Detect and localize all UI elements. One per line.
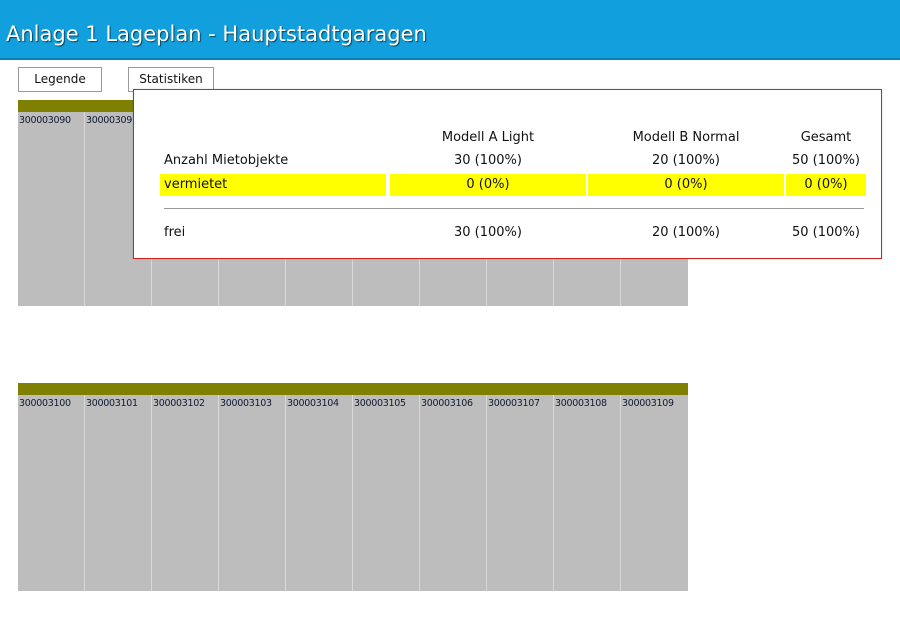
garage-unit-id: 300003104 <box>287 398 339 409</box>
garage-unit-id: 300003102 <box>153 398 205 409</box>
garage-unit[interactable]: 300003106 <box>420 395 487 591</box>
garage-unit[interactable]: 300003109 <box>621 395 688 591</box>
column-header-model-a: Modell A Light <box>441 130 535 145</box>
row-label-total-objects: Anzahl Mietobjekte <box>164 153 289 168</box>
garage-unit-id: 300003101 <box>86 398 138 409</box>
row-label-free: frei <box>164 225 186 240</box>
cell-rented-total: 0 (0%) <box>804 177 848 192</box>
garage-unit[interactable]: 300003103 <box>219 395 286 591</box>
garage-unit-id: 300003091 <box>86 115 138 126</box>
garage-roof <box>18 383 688 395</box>
garage-unit-id: 300003106 <box>421 398 473 409</box>
garage-unit[interactable]: 300003100 <box>18 395 85 591</box>
garage-unit[interactable]: 300003090 <box>18 112 85 306</box>
garage-row-bottom: 300003100 300003101 300003102 300003103 … <box>18 383 688 591</box>
garage-unit[interactable]: 300003105 <box>353 395 420 591</box>
garage-unit-id: 300003109 <box>622 398 674 409</box>
garage-unit[interactable]: 300003101 <box>85 395 152 591</box>
column-header-total: Gesamt <box>800 130 852 145</box>
row-label-rented: vermietet <box>164 177 228 192</box>
statistics-panel: Modell A Light Modell B Normal Gesamt An… <box>133 89 882 259</box>
cell-rented-model-b: 0 (0%) <box>664 177 708 192</box>
garage-unit-id: 300003108 <box>555 398 607 409</box>
cell-total-objects-model-a: 30 (100%) <box>454 153 522 168</box>
garage-unit-id: 300003090 <box>19 115 71 126</box>
cell-free-model-a: 30 (100%) <box>454 225 522 240</box>
column-header-model-b: Modell B Normal <box>632 130 740 145</box>
legend-button[interactable]: Legende <box>18 67 102 92</box>
cell-free-model-b: 20 (100%) <box>652 225 720 240</box>
cell-total-objects-total: 50 (100%) <box>792 153 860 168</box>
cell-rented-model-a: 0 (0%) <box>466 177 510 192</box>
cell-free-total: 50 (100%) <box>792 225 860 240</box>
cell-total-objects-model-b: 20 (100%) <box>652 153 720 168</box>
garage-unit[interactable]: 300003107 <box>487 395 554 591</box>
page-title: Anlage 1 Lageplan - Hauptstadtgaragen <box>6 22 427 46</box>
title-bar: Anlage 1 Lageplan - Hauptstadtgaragen <box>0 0 900 60</box>
garage-unit[interactable]: 300003104 <box>286 395 353 591</box>
garage-unit[interactable]: 300003102 <box>152 395 219 591</box>
garage-unit-id: 300003107 <box>488 398 540 409</box>
garage-unit[interactable]: 300003108 <box>554 395 621 591</box>
garage-unit-id: 300003100 <box>19 398 71 409</box>
garage-unit-id: 300003103 <box>220 398 272 409</box>
table-divider <box>164 208 864 209</box>
garage-unit-id: 300003105 <box>354 398 406 409</box>
